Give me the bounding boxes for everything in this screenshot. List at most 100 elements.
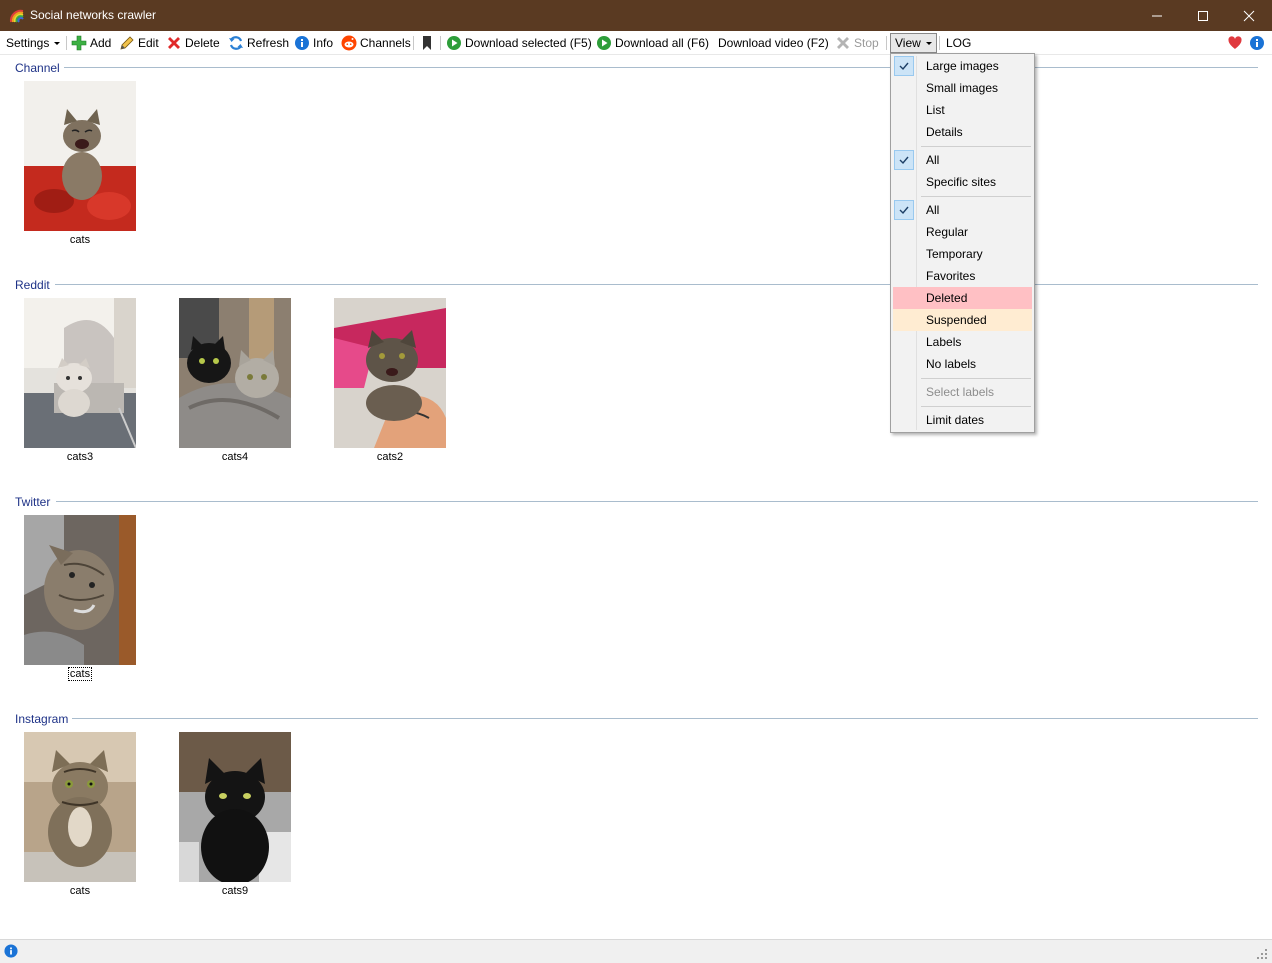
menu-item-label: Suspended bbox=[926, 313, 987, 327]
menu-item-all-sites[interactable]: All bbox=[893, 149, 1032, 171]
minimize-icon bbox=[1152, 15, 1162, 16]
group-header-instagram: Instagram bbox=[15, 712, 68, 726]
menu-separator bbox=[921, 406, 1031, 407]
cat-photo-image bbox=[24, 298, 136, 448]
menu-item-labels[interactable]: Labels bbox=[893, 331, 1032, 353]
menu-separator bbox=[921, 196, 1031, 197]
cat-photo-image bbox=[179, 732, 291, 882]
menu-item-details[interactable]: Details bbox=[893, 121, 1032, 143]
menu-item-label: All bbox=[926, 203, 940, 217]
profile-name: cats9 bbox=[221, 885, 249, 897]
menu-item-label: Small images bbox=[926, 81, 999, 95]
app-rainbow-icon bbox=[9, 8, 25, 24]
profile-thumbnail[interactable] bbox=[24, 298, 136, 448]
menu-item-label: Specific sites bbox=[926, 175, 997, 189]
refresh-label: Refresh bbox=[247, 36, 290, 50]
menu-item-label: Labels bbox=[926, 335, 962, 349]
download-selected-button[interactable]: Download selected (F5) bbox=[446, 34, 592, 52]
menu-item-label: Large images bbox=[926, 59, 999, 73]
profile-name: cats bbox=[69, 885, 91, 897]
info-label: Info bbox=[313, 36, 334, 50]
profile-thumbnail[interactable] bbox=[179, 732, 291, 882]
resize-grip-icon[interactable] bbox=[1256, 948, 1268, 960]
toolbar: Settings Add Edit Delete Refresh Info Ch… bbox=[0, 31, 1272, 55]
profile-thumbnail[interactable] bbox=[179, 298, 291, 448]
menu-item-no-labels[interactable]: No labels bbox=[893, 353, 1032, 375]
menu-item-label: Deleted bbox=[926, 291, 968, 305]
cat-photo-image bbox=[334, 298, 446, 448]
log-label: LOG bbox=[946, 36, 972, 50]
refresh-icon bbox=[229, 36, 243, 50]
menu-item-large-images[interactable]: Large images bbox=[893, 55, 1032, 77]
menu-item-suspended[interactable]: Suspended bbox=[893, 309, 1032, 331]
edit-button[interactable]: Edit bbox=[119, 34, 159, 52]
toolbar-separator bbox=[939, 36, 940, 50]
minimize-button[interactable] bbox=[1134, 0, 1180, 31]
menu-item-select-labels: Select labels bbox=[893, 381, 1032, 403]
cat-photo-image bbox=[179, 298, 291, 448]
about-info-button[interactable] bbox=[1249, 34, 1268, 52]
maximize-button[interactable] bbox=[1180, 0, 1226, 31]
menu-separator bbox=[921, 378, 1031, 379]
group-title: Twitter bbox=[15, 495, 51, 509]
group-divider bbox=[55, 284, 1258, 285]
profiles-list-view[interactable]: Channel cats Reddit cats3 cats4 cats2 Tw… bbox=[1, 56, 1271, 939]
heart-icon bbox=[1228, 36, 1242, 49]
menu-item-temporary[interactable]: Temporary bbox=[893, 243, 1032, 265]
reddit-icon bbox=[341, 35, 357, 51]
status-bar bbox=[0, 939, 1272, 963]
settings-button[interactable]: Settings bbox=[6, 34, 61, 52]
profile-caption: cats3 bbox=[24, 451, 136, 463]
view-button[interactable]: View bbox=[890, 33, 937, 53]
stop-label: Stop bbox=[854, 36, 879, 50]
title-bar: Social networks crawler bbox=[0, 0, 1272, 31]
download-video-button[interactable]: Download video (F2) bbox=[718, 34, 829, 52]
cat-photo-image bbox=[24, 515, 136, 665]
add-label: Add bbox=[90, 36, 112, 50]
menu-item-deleted[interactable]: Deleted bbox=[893, 287, 1032, 309]
info-icon[interactable] bbox=[4, 944, 18, 958]
menu-item-all-types[interactable]: All bbox=[893, 199, 1032, 221]
menu-item-limit-dates[interactable]: Limit dates bbox=[893, 409, 1032, 431]
download-all-label: Download all (F6) bbox=[615, 36, 710, 50]
group-header-twitter: Twitter bbox=[15, 495, 50, 509]
channels-button[interactable]: Channels bbox=[341, 34, 411, 52]
bookmark-button[interactable] bbox=[419, 34, 438, 52]
stop-button[interactable]: Stop bbox=[835, 34, 879, 52]
profile-thumbnail[interactable] bbox=[24, 515, 136, 665]
maximize-icon bbox=[1198, 10, 1208, 21]
checkmark-icon bbox=[894, 56, 914, 76]
menu-item-label: Details bbox=[926, 125, 963, 139]
group-title: Channel bbox=[15, 61, 60, 75]
menu-item-regular[interactable]: Regular bbox=[893, 221, 1032, 243]
menu-item-list[interactable]: List bbox=[893, 99, 1032, 121]
menu-item-label: No labels bbox=[926, 357, 977, 371]
info-button[interactable]: Info bbox=[294, 34, 333, 52]
plus-icon bbox=[71, 35, 87, 51]
play-icon bbox=[597, 36, 611, 50]
profile-caption: cats4 bbox=[179, 451, 291, 463]
menu-item-specific-sites[interactable]: Specific sites bbox=[893, 171, 1032, 193]
profile-thumbnail[interactable] bbox=[24, 81, 136, 231]
delete-label: Delete bbox=[185, 36, 220, 50]
profile-name: cats3 bbox=[66, 451, 94, 463]
profile-thumbnail[interactable] bbox=[334, 298, 446, 448]
profile-thumbnail[interactable] bbox=[24, 732, 136, 882]
download-video-label: Download video (F2) bbox=[718, 36, 829, 50]
close-button[interactable] bbox=[1226, 0, 1272, 31]
bookmark-icon bbox=[423, 36, 431, 50]
menu-item-favorites[interactable]: Favorites bbox=[893, 265, 1032, 287]
cat-photo-image bbox=[24, 81, 136, 231]
profile-name: cats4 bbox=[221, 451, 249, 463]
group-divider bbox=[64, 67, 1258, 68]
download-all-button[interactable]: Download all (F6) bbox=[596, 34, 709, 52]
heart-button[interactable] bbox=[1227, 34, 1246, 52]
add-button[interactable]: Add bbox=[71, 34, 111, 52]
refresh-button[interactable]: Refresh bbox=[228, 34, 289, 52]
menu-item-label: All bbox=[926, 153, 940, 167]
play-icon bbox=[447, 36, 461, 50]
view-label: View bbox=[895, 36, 921, 50]
log-button[interactable]: LOG bbox=[946, 34, 971, 52]
menu-item-small-images[interactable]: Small images bbox=[893, 77, 1032, 99]
delete-button[interactable]: Delete bbox=[166, 34, 220, 52]
